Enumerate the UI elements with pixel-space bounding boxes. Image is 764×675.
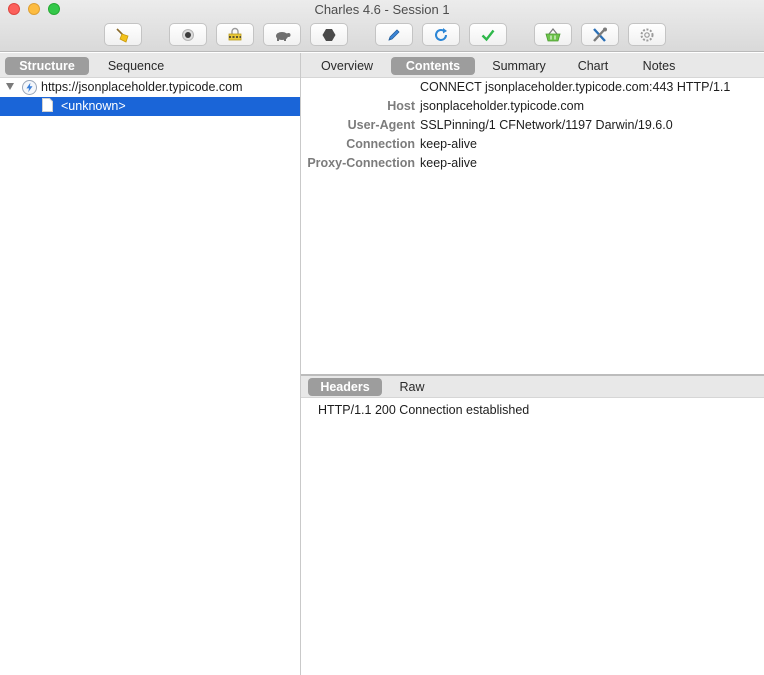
header-row: Host jsonplaceholder.typicode.com xyxy=(301,97,764,116)
header-name: Proxy-Connection xyxy=(307,156,415,170)
response-panel: HTTP/1.1 200 Connection established xyxy=(301,398,764,675)
tab-response-raw[interactable]: Raw xyxy=(390,378,434,396)
header-value: keep-alive xyxy=(420,156,477,170)
tools-button[interactable] xyxy=(581,23,619,46)
compose-button[interactable] xyxy=(375,23,413,46)
validate-check-icon xyxy=(481,29,495,41)
header-value: SSLPinning/1 CFNetwork/1197 Darwin/19.6.… xyxy=(420,118,673,132)
header-name: Host xyxy=(387,99,415,113)
shopping-basket-icon xyxy=(545,27,561,41)
tools-icon xyxy=(593,27,607,42)
tab-notes[interactable]: Notes xyxy=(631,57,687,75)
repeat-button[interactable] xyxy=(422,23,460,46)
tab-chart[interactable]: Chart xyxy=(566,57,620,75)
throttling-button[interactable] xyxy=(263,23,301,46)
validate-button[interactable] xyxy=(469,23,507,46)
document-icon xyxy=(42,98,53,112)
response-status-line: HTTP/1.1 200 Connection established xyxy=(318,403,530,417)
window-title: Charles 4.6 - Session 1 xyxy=(314,2,450,17)
tree-row-host[interactable]: https://jsonplaceholder.typicode.com xyxy=(0,78,300,97)
compose-pen-icon xyxy=(388,28,400,41)
settings-button[interactable] xyxy=(628,23,666,46)
title-bar: Charles 4.6 - Session 1 xyxy=(0,0,764,52)
header-name: User-Agent xyxy=(347,118,415,132)
clear-session-button[interactable] xyxy=(104,23,142,46)
breakpoints-button[interactable] xyxy=(310,23,348,46)
header-value: keep-alive xyxy=(420,137,477,151)
record-button[interactable] xyxy=(169,23,207,46)
header-name: Connection xyxy=(346,137,415,151)
header-row: Proxy-Connection keep-alive xyxy=(301,154,764,173)
ssl-proxy-lock-icon xyxy=(228,27,242,40)
record-icon xyxy=(182,28,194,41)
tree-row-unknown[interactable]: <unknown> xyxy=(0,97,300,116)
request-line: CONNECT jsonplaceholder.typicode.com:443… xyxy=(420,80,731,94)
header-row: Connection keep-alive xyxy=(301,135,764,154)
structure-tree: https://jsonplaceholder.typicode.com <un… xyxy=(0,78,300,675)
ssl-proxying-button[interactable] xyxy=(216,23,254,46)
header-row: User-Agent SSLPinning/1 CFNetwork/1197 D… xyxy=(301,116,764,135)
tab-contents[interactable]: Contents xyxy=(391,57,475,75)
disclosure-triangle-icon[interactable] xyxy=(6,83,14,90)
tab-response-headers[interactable]: Headers xyxy=(308,378,382,396)
tab-overview[interactable]: Overview xyxy=(311,57,383,75)
breakpoints-hexagon-icon xyxy=(322,28,336,41)
settings-gear-icon xyxy=(640,28,654,41)
header-value: jsonplaceholder.typicode.com xyxy=(420,99,584,113)
shopping-basket-button[interactable] xyxy=(534,23,572,46)
tree-unknown-label: <unknown> xyxy=(61,99,126,113)
repeat-icon xyxy=(435,27,447,41)
tree-host-label: https://jsonplaceholder.typicode.com xyxy=(41,80,243,94)
tab-sequence[interactable]: Sequence xyxy=(94,57,178,75)
request-headers-panel: CONNECT jsonplaceholder.typicode.com:443… xyxy=(301,78,764,374)
bolt-icon xyxy=(22,80,37,95)
tab-summary[interactable]: Summary xyxy=(482,57,556,75)
broom-icon xyxy=(116,27,129,43)
throttle-turtle-icon xyxy=(276,31,291,41)
tab-structure[interactable]: Structure xyxy=(5,57,89,75)
request-line-row: CONNECT jsonplaceholder.typicode.com:443… xyxy=(301,78,764,97)
